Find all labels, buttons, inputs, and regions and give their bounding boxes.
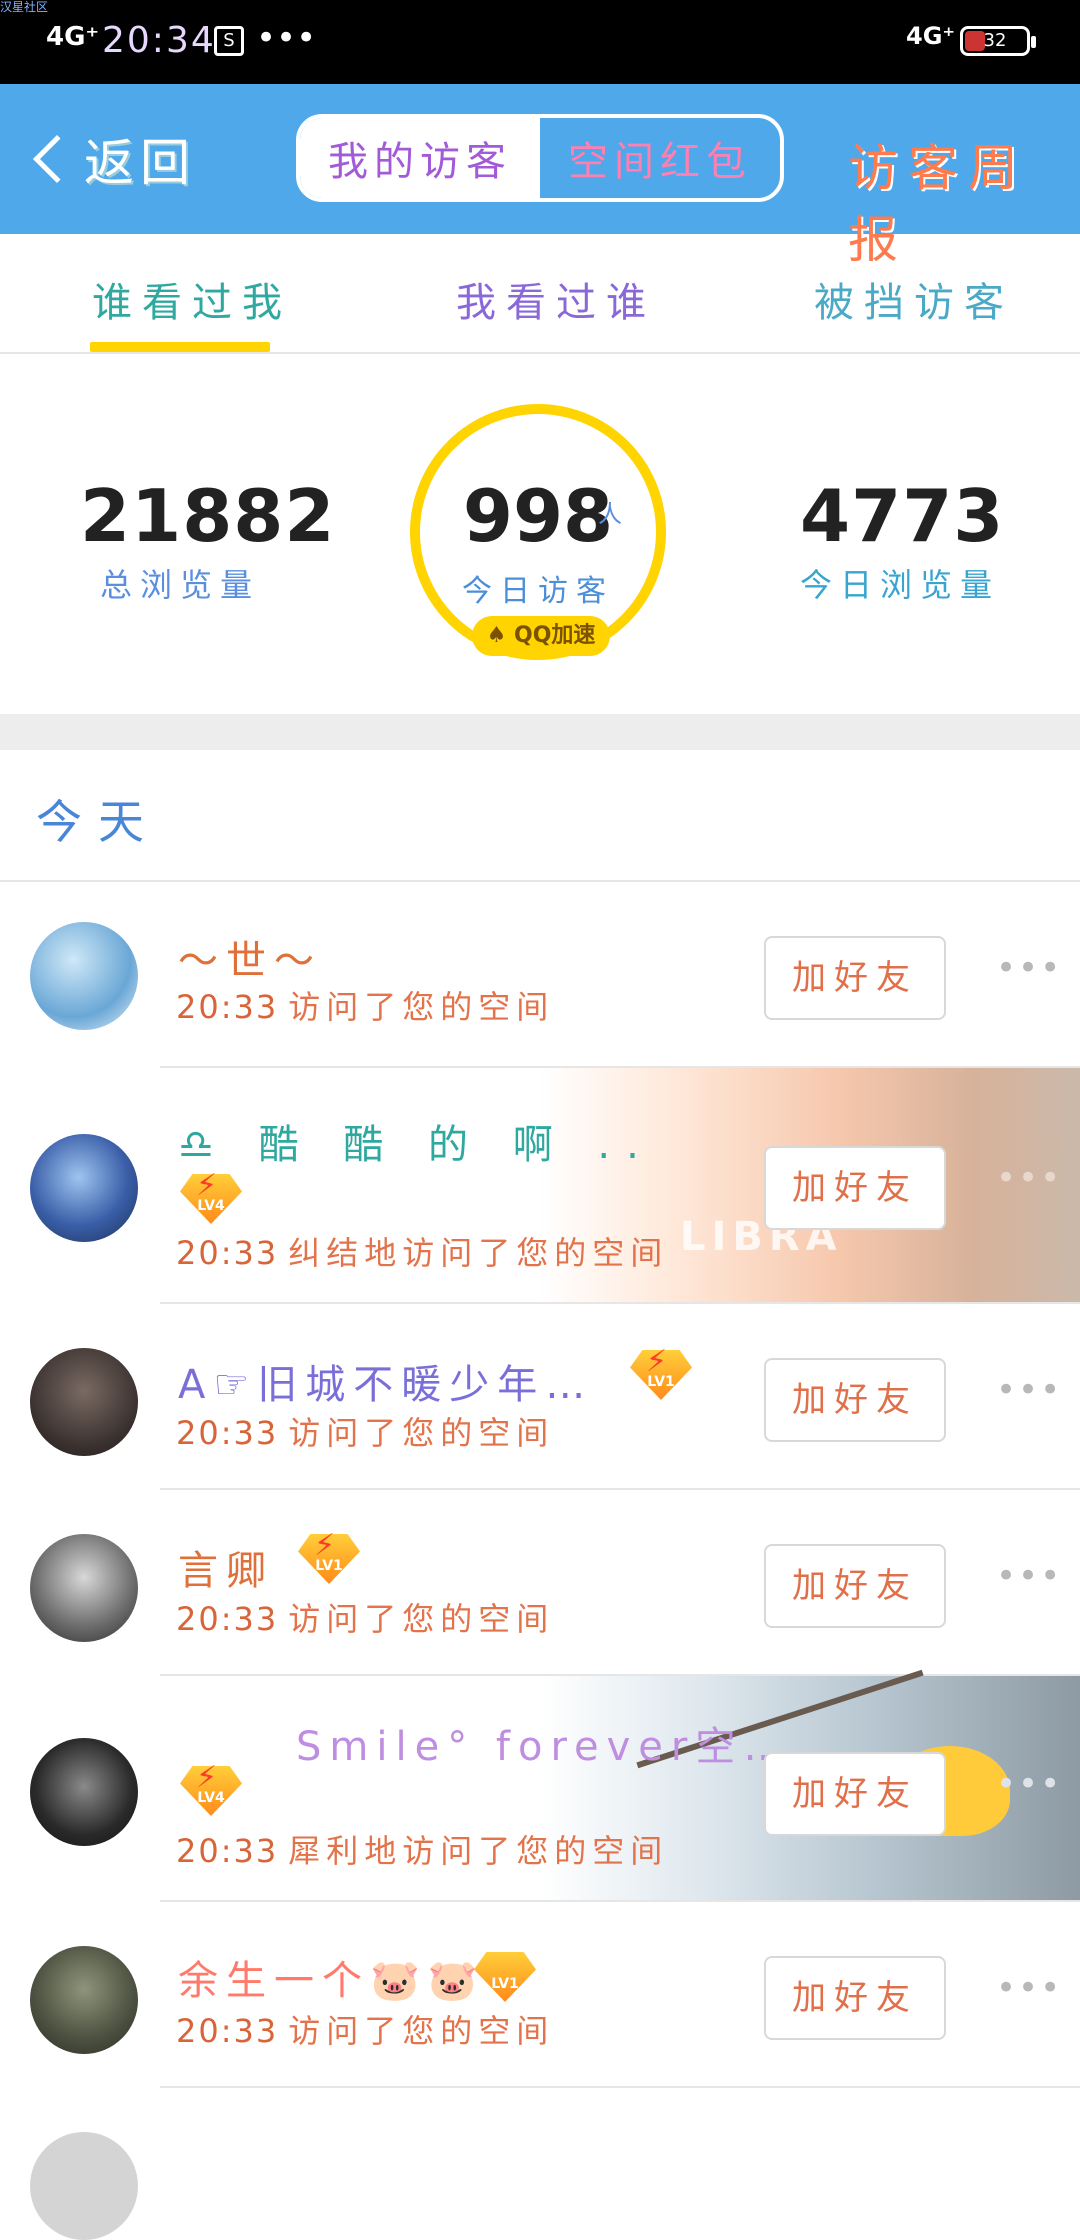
add-friend-button[interactable]: 加好友 bbox=[764, 1752, 946, 1836]
section-title: 今天 bbox=[36, 795, 160, 849]
visitor-row[interactable]: Smile° forever空… ⚡ LV4 20:33 犀利地访问了您的空间 加好… bbox=[0, 1669, 1080, 1902]
level-badge: ⚡ LV1 bbox=[630, 1344, 692, 1400]
visit-time: 20:33 bbox=[176, 1600, 279, 1638]
avatar[interactable] bbox=[30, 1134, 138, 1242]
more-options-icon[interactable]: ••• bbox=[996, 1764, 1062, 1804]
today-visitors-unit: 人 bbox=[598, 500, 622, 528]
more-options-icon[interactable]: ••• bbox=[996, 1370, 1062, 1410]
level-badge: LV1 bbox=[474, 1952, 536, 2002]
visitor-action: 20:33 访问了您的空间 bbox=[176, 1594, 554, 1640]
add-friend-button[interactable]: 加好友 bbox=[764, 936, 946, 1020]
more-options-icon[interactable]: ••• bbox=[996, 948, 1062, 988]
tab-blocked-visitors[interactable]: 被挡访客 bbox=[814, 270, 1014, 328]
visitor-row[interactable]: LIBRA ♎ 酷 酷 的 啊 .. ⚡ LV4 20:33 纠结地访问了您的空间 … bbox=[0, 1068, 1080, 1304]
visitor-action: 20:33 纠结地访问了您的空间 bbox=[176, 1228, 668, 1274]
visitor-row[interactable]: 言卿 ⚡ LV1 20:33 访问了您的空间 加好友 ••• bbox=[0, 1490, 1080, 1676]
add-friend-button[interactable]: 加好友 bbox=[764, 1146, 946, 1230]
visit-time: 20:33 bbox=[176, 988, 279, 1026]
more-options-icon[interactable]: ••• bbox=[996, 1556, 1062, 1596]
visit-time: 20:33 bbox=[176, 2012, 279, 2050]
level-badge: ⚡ LV4 bbox=[180, 1760, 242, 1816]
back-button[interactable]: 返回 bbox=[24, 124, 196, 194]
today-views-value: 4773 bbox=[800, 474, 1005, 558]
more-notifications-icon: ••• bbox=[256, 18, 317, 58]
level-badge: ⚡ LV1 bbox=[298, 1528, 360, 1584]
avatar[interactable] bbox=[30, 1348, 138, 1456]
add-friend-button[interactable]: 加好友 bbox=[764, 1956, 946, 2040]
chevron-left-icon bbox=[32, 134, 82, 184]
visitor-name[interactable]: ～世～ bbox=[178, 928, 322, 986]
stats-panel: 21882 总浏览量 998 人 今日访客 ♠ QQ加速 4773 今日浏览量 bbox=[0, 354, 1080, 714]
visitor-row[interactable]: 余生一个🐷🐷 LV1 20:33 访问了您的空间 加好友 ••• bbox=[0, 1902, 1080, 2088]
visit-action-text: 访问了您的空间 bbox=[288, 988, 555, 1026]
tab-who-viewed-me[interactable]: 谁看过我 bbox=[92, 270, 292, 328]
visitor-row[interactable]: ～世～ 20:33 访问了您的空间 加好友 ••• bbox=[0, 882, 1080, 1068]
visitor-action: 20:33 访问了您的空间 bbox=[176, 1408, 554, 1454]
avatar[interactable] bbox=[30, 2132, 138, 2240]
total-views-label: 总浏览量 bbox=[99, 566, 260, 604]
status-bar: 汉星社区 4G⁺ 20:34 S ••• 4G⁺ 32 bbox=[0, 0, 1080, 84]
visitor-row[interactable] bbox=[0, 2088, 1080, 2240]
network-icon: 4G⁺ bbox=[906, 22, 956, 50]
battery-level: 32 bbox=[983, 30, 1007, 51]
today-views-label: 今日浏览量 bbox=[800, 566, 1001, 604]
section-divider bbox=[0, 714, 1080, 750]
today-views-stat: 4773 今日浏览量 bbox=[800, 474, 1005, 606]
visitor-row[interactable]: A☞旧城不暖少年… ⚡ LV1 20:33 访问了您的空间 加好友 ••• bbox=[0, 1304, 1080, 1490]
visit-action-text: 访问了您的空间 bbox=[288, 1600, 555, 1638]
qq-boost-button[interactable]: ♠ QQ加速 bbox=[472, 616, 610, 656]
visit-action-text: 犀利地访问了您的空间 bbox=[288, 1832, 669, 1870]
visitor-name[interactable]: Smile° forever空… bbox=[296, 1714, 791, 1772]
more-options-icon[interactable]: ••• bbox=[996, 1158, 1062, 1198]
visitor-name[interactable]: 言卿 bbox=[178, 1538, 274, 1596]
visit-time: 20:33 bbox=[176, 1234, 279, 1272]
signal-icon: 4G⁺ bbox=[46, 22, 100, 52]
nav-bar: 返回 我的访客 空间红包 访客周报 bbox=[0, 84, 1080, 269]
visit-time: 20:33 bbox=[176, 1832, 279, 1870]
penguin-icon: ♠ bbox=[486, 623, 507, 648]
avatar[interactable] bbox=[30, 1534, 138, 1642]
tab-bar: 谁看过我 我看过谁 被挡访客 bbox=[0, 234, 1080, 354]
visit-action-text: 访问了您的空间 bbox=[288, 2012, 555, 2050]
visitor-name[interactable]: A☞旧城不暖少年… bbox=[178, 1352, 593, 1410]
sim-icon: S bbox=[214, 26, 244, 56]
visit-time: 20:33 bbox=[176, 1414, 279, 1452]
level-badge: ⚡ LV4 bbox=[180, 1168, 242, 1224]
add-friend-button[interactable]: 加好友 bbox=[764, 1358, 946, 1442]
qq-boost-label: QQ加速 bbox=[514, 623, 596, 648]
clock: 20:34 bbox=[102, 20, 216, 61]
add-friend-button[interactable]: 加好友 bbox=[764, 1544, 946, 1628]
back-label: 返回 bbox=[84, 134, 196, 192]
section-header: 今天 bbox=[0, 750, 1080, 882]
total-views-value: 21882 bbox=[80, 474, 336, 558]
visitor-action: 20:33 犀利地访问了您的空间 bbox=[176, 1826, 668, 1872]
segment-my-visitors[interactable]: 我的访客 bbox=[300, 118, 540, 198]
visitor-name[interactable]: ♎ 酷 酷 的 啊 .. bbox=[178, 1112, 655, 1170]
avatar[interactable] bbox=[30, 1946, 138, 2054]
visit-action-text: 纠结地访问了您的空间 bbox=[288, 1234, 669, 1272]
today-visitors-label: 今日访客 bbox=[462, 574, 614, 609]
total-views-stat: 21882 总浏览量 bbox=[80, 474, 336, 606]
visitor-name[interactable]: 余生一个🐷🐷 bbox=[178, 1948, 486, 2006]
watermark: 汉星社区 bbox=[0, 0, 49, 14]
tab-who-i-viewed[interactable]: 我看过谁 bbox=[456, 270, 656, 328]
segment-space-redpacket[interactable]: 空间红包 bbox=[540, 118, 780, 198]
visitor-action: 20:33 访问了您的空间 bbox=[176, 982, 554, 1028]
battery-icon: 32 bbox=[960, 26, 1036, 56]
more-options-icon[interactable]: ••• bbox=[996, 1968, 1062, 2008]
segment-control: 我的访客 空间红包 bbox=[296, 114, 784, 202]
visitor-action: 20:33 访问了您的空间 bbox=[176, 2006, 554, 2052]
avatar[interactable] bbox=[30, 1738, 138, 1846]
avatar[interactable] bbox=[30, 922, 138, 1030]
tab-indicator bbox=[90, 342, 270, 352]
visit-action-text: 访问了您的空间 bbox=[288, 1414, 555, 1452]
